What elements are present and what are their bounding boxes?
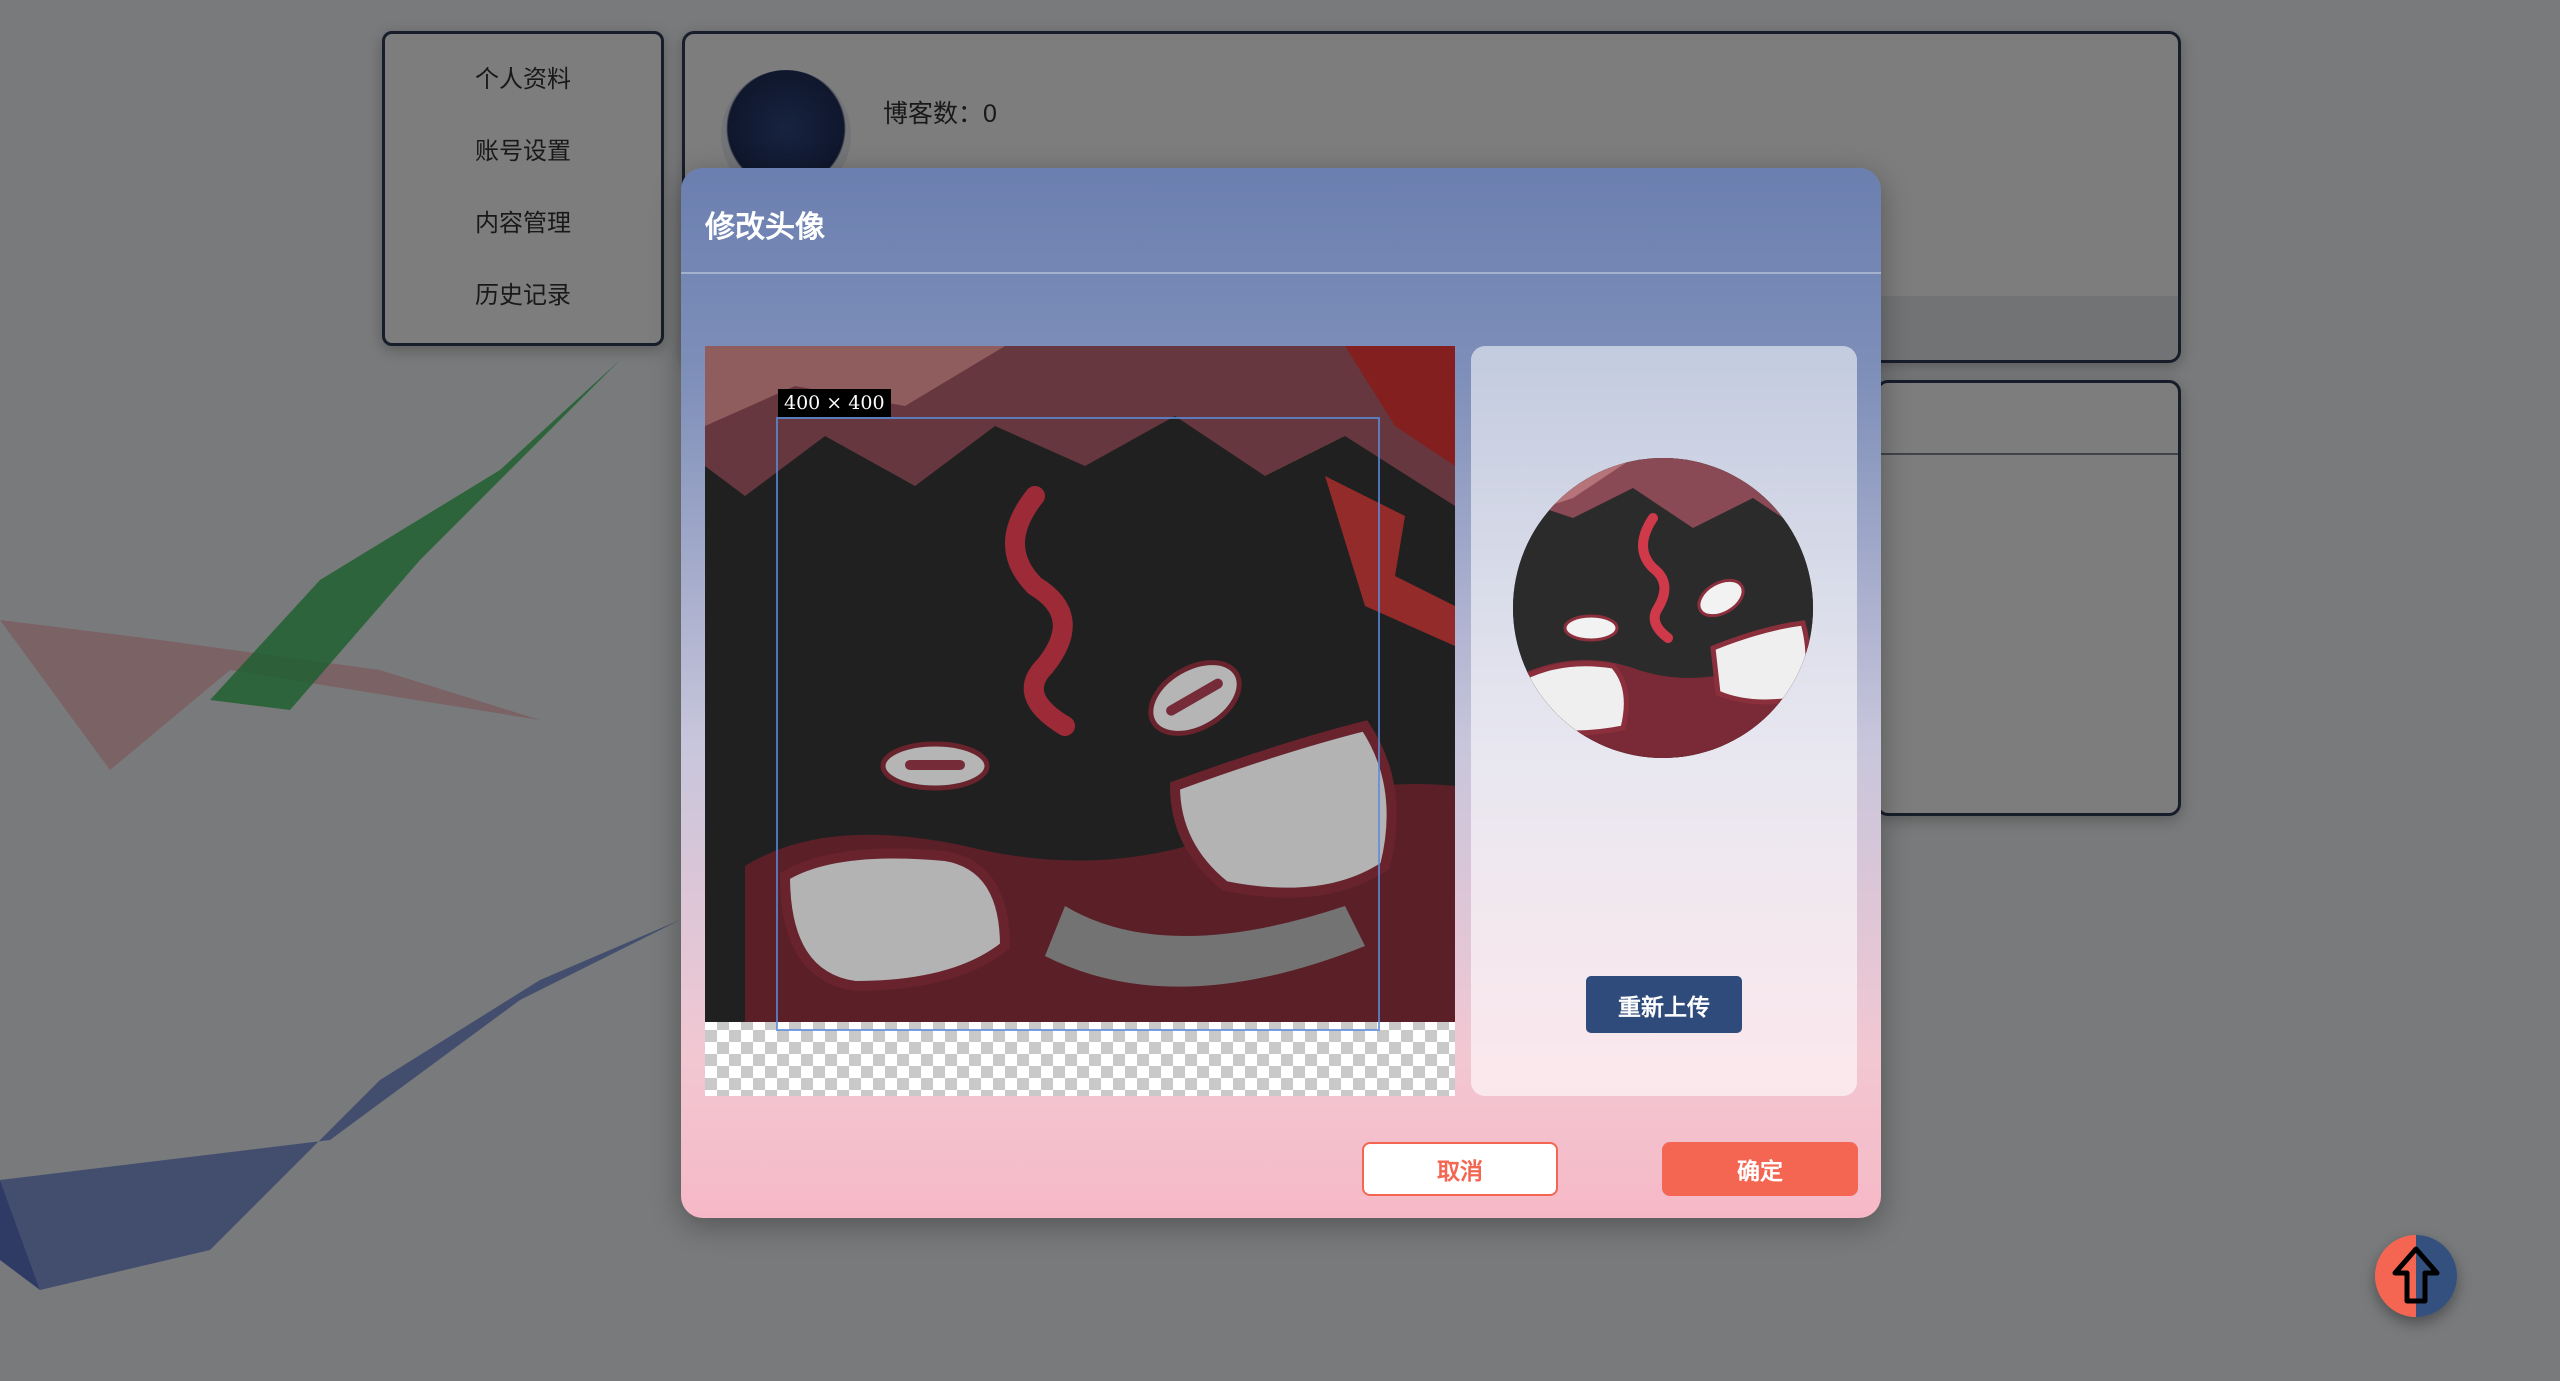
- crop-selection-box[interactable]: [776, 417, 1380, 1031]
- change-avatar-dialog: 修改头像 400 × 400 重新上传 取消 确定: [681, 168, 1881, 1218]
- crop-size-label: 400 × 400: [778, 389, 891, 417]
- dialog-title: 修改头像: [705, 211, 825, 244]
- back-to-top-button[interactable]: [2375, 1235, 2457, 1317]
- arrow-up-icon: [2392, 1246, 2440, 1304]
- avatar-preview: [1513, 458, 1813, 758]
- dialog-header: 修改头像: [681, 168, 1881, 274]
- reupload-button[interactable]: 重新上传: [1586, 976, 1742, 1033]
- cancel-button[interactable]: 取消: [1362, 1142, 1558, 1196]
- image-cropper[interactable]: 400 × 400: [705, 346, 1455, 1096]
- confirm-button[interactable]: 确定: [1662, 1142, 1858, 1196]
- avatar-preview-image: [1513, 458, 1813, 758]
- avatar-preview-panel: 重新上传: [1471, 346, 1857, 1096]
